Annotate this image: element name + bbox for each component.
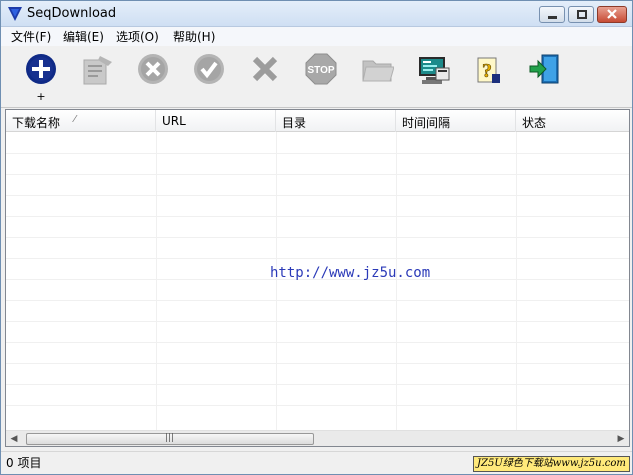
grid-line bbox=[6, 384, 629, 385]
column-header-interval-label: 时间间隔 bbox=[402, 116, 451, 130]
scroll-left-icon[interactable]: ◀ bbox=[6, 431, 22, 446]
delete-icon bbox=[252, 56, 278, 82]
edit-button[interactable] bbox=[77, 50, 117, 94]
cancel-button[interactable] bbox=[133, 50, 173, 94]
menu-help[interactable]: 帮助(H) bbox=[173, 28, 215, 45]
grid-line bbox=[6, 405, 629, 406]
close-icon bbox=[607, 9, 617, 19]
maximize-icon bbox=[577, 10, 587, 19]
scroll-right-icon[interactable]: ▶ bbox=[613, 431, 629, 446]
help-icon: ? bbox=[477, 57, 500, 83]
minimize-button[interactable] bbox=[539, 6, 565, 23]
scrollbar-grip-icon: ||| bbox=[165, 433, 175, 443]
add-download-button[interactable]: + bbox=[21, 50, 61, 103]
download-list[interactable]: 下载名称 ⁄ URL 目录 时间间隔 状态 http://www.jz5u.co… bbox=[5, 109, 630, 447]
horizontal-scrollbar[interactable]: ◀ ||| ▶ bbox=[6, 430, 629, 446]
check-icon bbox=[194, 54, 224, 84]
folder-icon bbox=[362, 60, 394, 82]
column-header-status[interactable]: 状态 bbox=[516, 110, 629, 132]
menu-file[interactable]: 文件(F) bbox=[11, 28, 51, 45]
sort-indicator-icon: ⁄ bbox=[74, 114, 76, 125]
cancel-icon bbox=[138, 54, 168, 84]
grid-line bbox=[6, 174, 629, 175]
window-title: SeqDownload bbox=[27, 6, 117, 21]
delete-button[interactable] bbox=[245, 50, 285, 94]
grid-line bbox=[6, 258, 629, 259]
column-header-url[interactable]: URL bbox=[156, 110, 276, 132]
grid-line bbox=[516, 132, 517, 430]
column-header-directory-label: 目录 bbox=[282, 116, 307, 130]
minimize-icon bbox=[548, 16, 557, 19]
grid-line bbox=[6, 300, 629, 301]
grid-line bbox=[276, 132, 277, 430]
title-bar[interactable]: SeqDownload bbox=[1, 1, 632, 27]
scrollbar-thumb[interactable]: ||| bbox=[26, 433, 314, 445]
close-button[interactable] bbox=[597, 6, 627, 23]
help-button[interactable]: ? bbox=[469, 50, 509, 94]
grid-line bbox=[396, 132, 397, 430]
toolbar: + STOP ? bbox=[1, 46, 632, 108]
column-header-name-label: 下载名称 bbox=[12, 116, 61, 130]
exit-icon bbox=[529, 54, 559, 84]
settings-button[interactable] bbox=[413, 50, 453, 94]
grid-line bbox=[6, 321, 629, 322]
column-header-url-label: URL bbox=[162, 114, 186, 128]
grid-line bbox=[6, 342, 629, 343]
app-window: SeqDownload 文件(F) 编辑(E) 选项(O) 帮助(H) + ST… bbox=[0, 0, 633, 475]
list-header: 下载名称 ⁄ URL 目录 时间间隔 状态 bbox=[6, 110, 629, 132]
maximize-button[interactable] bbox=[568, 6, 594, 23]
edit-icon bbox=[83, 56, 112, 85]
add-caption: + bbox=[36, 90, 46, 103]
menu-bar: 文件(F) 编辑(E) 选项(O) 帮助(H) bbox=[1, 27, 632, 46]
site-badge: JZ5U绿色下载站www.jz5u.com bbox=[473, 456, 630, 472]
app-logo-icon bbox=[8, 7, 22, 21]
grid-line bbox=[156, 132, 157, 430]
svg-text:?: ? bbox=[482, 60, 492, 82]
confirm-button[interactable] bbox=[189, 50, 229, 94]
grid-line bbox=[6, 216, 629, 217]
computer-settings-icon bbox=[419, 57, 450, 84]
folder-button[interactable] bbox=[357, 50, 397, 94]
stop-label: STOP bbox=[307, 65, 334, 76]
item-count-status: 0 项目 bbox=[6, 456, 42, 470]
column-header-name[interactable]: 下载名称 ⁄ bbox=[6, 110, 156, 132]
exit-button[interactable] bbox=[525, 50, 565, 94]
menu-options[interactable]: 选项(O) bbox=[116, 28, 159, 45]
column-header-interval[interactable]: 时间间隔 bbox=[396, 110, 516, 132]
menu-edit[interactable]: 编辑(E) bbox=[63, 28, 104, 45]
stop-button[interactable]: STOP bbox=[301, 50, 341, 94]
grid-line bbox=[6, 363, 629, 364]
add-icon bbox=[26, 54, 56, 84]
grid-line bbox=[6, 195, 629, 196]
stop-icon: STOP bbox=[305, 53, 337, 85]
grid-line bbox=[6, 237, 629, 238]
column-header-directory[interactable]: 目录 bbox=[276, 110, 396, 132]
overlay-url-text: http://www.jz5u.com bbox=[270, 265, 431, 281]
column-header-status-label: 状态 bbox=[522, 116, 547, 130]
status-bar: 0 项目 JZ5U绿色下载站www.jz5u.com bbox=[1, 451, 632, 474]
grid-line bbox=[6, 153, 629, 154]
